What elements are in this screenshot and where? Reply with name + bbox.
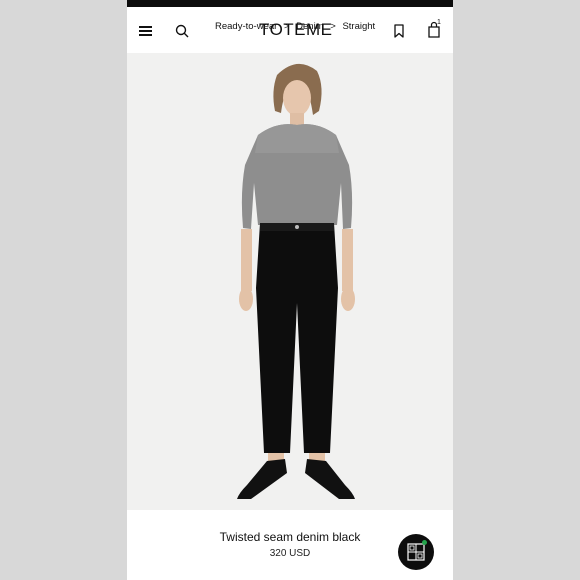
search-icon[interactable] <box>175 24 189 38</box>
breadcrumb-item-straight[interactable]: Straight <box>342 21 375 32</box>
bag-icon[interactable]: 1 <box>427 19 443 39</box>
right-background <box>453 0 580 580</box>
phone-screen: Ready-to-wear > Denim > Straight TOTEME … <box>127 0 453 580</box>
brand-badge-icon[interactable] <box>398 534 434 570</box>
product-info: Twisted seam denim black 320 USD <box>127 510 453 580</box>
left-background <box>0 0 127 580</box>
model-image <box>127 53 453 510</box>
status-dot-icon <box>422 540 427 545</box>
product-photo[interactable] <box>127 53 453 510</box>
brand-monogram-icon <box>407 543 425 561</box>
brand-logo[interactable]: TOTEME <box>259 20 333 40</box>
bag-count-badge: 1 <box>437 19 441 26</box>
bookmark-icon[interactable] <box>393 24 405 38</box>
status-bar <box>127 0 453 7</box>
site-header: Ready-to-wear > Denim > Straight TOTEME … <box>127 7 453 53</box>
menu-icon[interactable] <box>139 26 152 36</box>
